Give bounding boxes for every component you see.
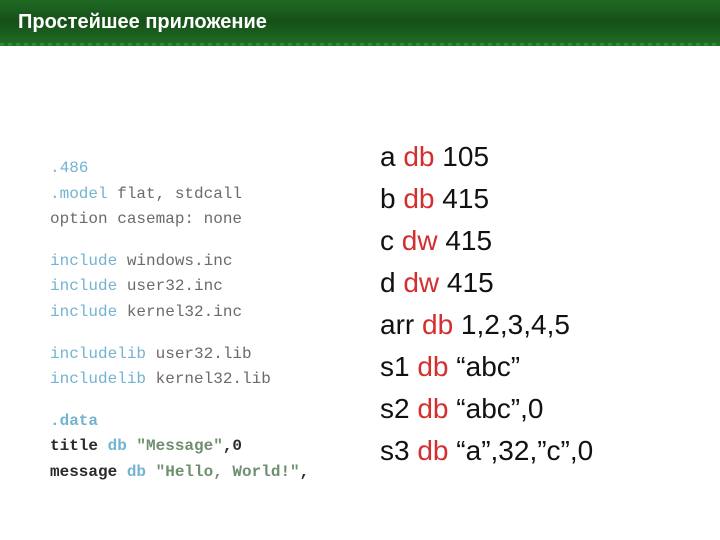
code-var: title (50, 437, 108, 455)
code-line: .model (50, 185, 108, 203)
data-directive: db (417, 435, 448, 466)
data-var: s3 (380, 435, 417, 466)
data-value: “a”,32,”c”,0 (449, 435, 594, 466)
slide-title: Простейшее приложение (18, 11, 267, 33)
data-var: c (380, 225, 402, 256)
code-line: windows.inc (117, 252, 232, 270)
code-line: user32.inc (117, 277, 223, 295)
data-directive: dw (402, 225, 438, 256)
code-line: flat, stdcall (108, 185, 242, 203)
code-kw: include (50, 252, 117, 270)
code-kw: include (50, 277, 117, 295)
data-var: arr (380, 309, 422, 340)
data-directive: db (403, 141, 434, 172)
data-definitions-block: a db 105 b db 415 c dw 415 d dw 415 arr … (380, 136, 593, 472)
data-value: 415 (439, 267, 494, 298)
code-kw: db (127, 463, 146, 481)
data-value: 415 (435, 183, 490, 214)
slide-title-bar: Простейшее приложение (0, 0, 720, 46)
code-kw: includelib (50, 370, 146, 388)
data-value: 415 (438, 225, 493, 256)
data-directive: db (417, 393, 448, 424)
data-var: s1 (380, 351, 417, 382)
code-kw: db (108, 437, 127, 455)
assembly-code-block: .486 .model flat, stdcall option casemap… (50, 156, 309, 502)
data-var: s2 (380, 393, 417, 424)
code-kw: includelib (50, 345, 146, 363)
code-line: user32.lib (146, 345, 252, 363)
data-value: “abc”,0 (449, 393, 544, 424)
data-directive: db (422, 309, 453, 340)
data-var: a (380, 141, 403, 172)
code-var: message (50, 463, 127, 481)
slide-content: .486 .model flat, stdcall option casemap… (0, 46, 720, 146)
code-kw: .data (50, 412, 98, 430)
data-directive: dw (403, 267, 439, 298)
code-line: ,0 (223, 437, 242, 455)
data-directive: db (417, 351, 448, 382)
code-line: option casemap: none (50, 210, 242, 228)
data-value: 1,2,3,4,5 (453, 309, 570, 340)
code-line: .486 (50, 159, 88, 177)
code-line: kernel32.lib (146, 370, 271, 388)
data-value: “abc” (449, 351, 521, 382)
data-value: 105 (435, 141, 490, 172)
data-directive: db (403, 183, 434, 214)
code-line: , (300, 463, 310, 481)
code-str: "Message" (127, 437, 223, 455)
code-str: "Hello, World!" (146, 463, 300, 481)
code-line: kernel32.inc (117, 303, 242, 321)
data-var: b (380, 183, 403, 214)
data-var: d (380, 267, 403, 298)
code-kw: include (50, 303, 117, 321)
